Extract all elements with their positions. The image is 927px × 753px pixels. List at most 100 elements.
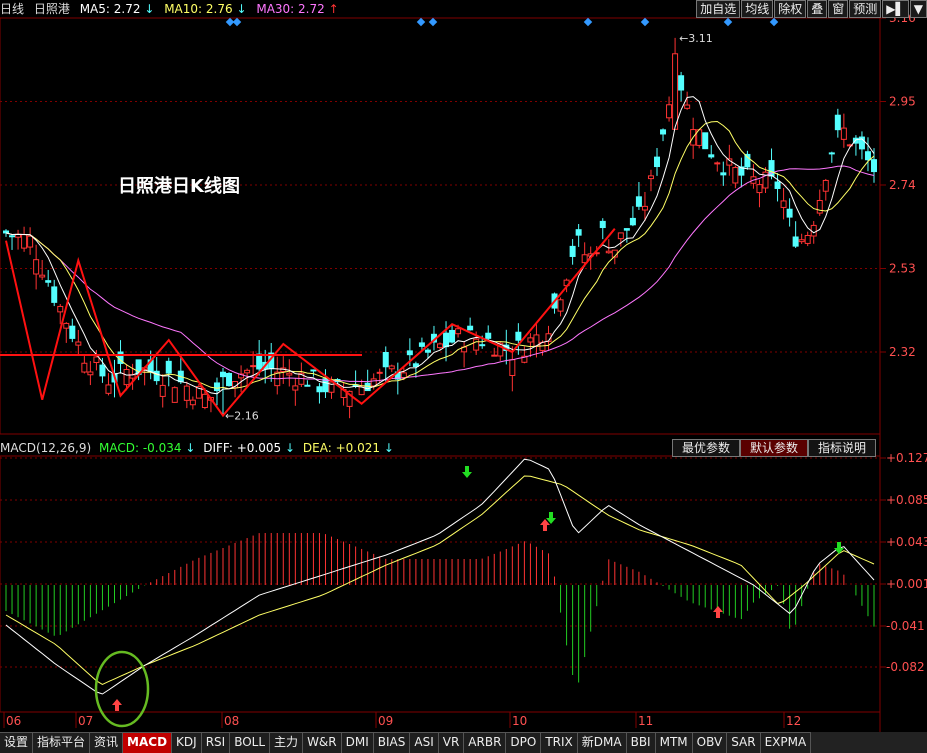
event-diamond-icon	[769, 17, 779, 27]
candle-up	[370, 378, 377, 387]
candle-down	[708, 154, 715, 158]
candle-down	[310, 369, 317, 372]
candle-down	[575, 229, 582, 236]
month-label: 06	[6, 714, 21, 728]
tab-14[interactable]: DPO	[506, 732, 542, 753]
candle-down	[792, 236, 799, 247]
candle-up	[527, 337, 534, 343]
tab-6[interactable]: BOLL	[230, 732, 271, 753]
buy-signal-arrow-icon	[713, 606, 723, 618]
candle-down	[3, 230, 9, 234]
tab-4[interactable]: KDJ	[172, 732, 202, 753]
candle-up	[388, 365, 395, 370]
diff-arrow: ↓	[285, 441, 296, 455]
buy-signal-arrow-icon	[112, 699, 122, 711]
ma30-value: 2.72	[298, 2, 325, 16]
candle-down	[629, 217, 636, 226]
candle-up	[63, 322, 70, 329]
candle-up	[816, 199, 823, 214]
candle-up	[647, 175, 654, 180]
dea-value: +0.021	[335, 441, 381, 455]
event-diamond-icon	[428, 17, 438, 27]
price-axis-label: 2.95	[889, 95, 916, 109]
tab-8[interactable]: W&R	[303, 732, 342, 753]
candle-down	[654, 156, 660, 168]
tab-21[interactable]: EXPMA	[760, 732, 812, 753]
tab-15[interactable]: TRIX	[541, 732, 578, 753]
macd-axis-label: +0.001	[886, 577, 927, 591]
ex-right-button[interactable]: 除权	[774, 0, 807, 18]
candle-up	[641, 205, 648, 211]
candle-up	[33, 259, 40, 275]
event-diamond-icon	[232, 17, 242, 27]
macd-name: MACD(12,26,9)	[0, 441, 92, 455]
tab-10[interactable]: BIAS	[373, 732, 411, 753]
menu-dropdown-icon[interactable]: ▼	[909, 0, 927, 18]
sell-signal-arrow-icon	[462, 466, 472, 478]
ma10-arrow: ↓	[236, 2, 247, 16]
candle-up	[437, 343, 443, 349]
candle-up	[93, 356, 100, 364]
ma-line-button[interactable]: 均线	[741, 0, 774, 18]
tab-12[interactable]: VR	[438, 732, 465, 753]
candle-down	[165, 360, 172, 374]
candle-down	[316, 386, 323, 393]
candle-up	[183, 385, 190, 401]
overlay-button[interactable]: 叠	[807, 0, 828, 18]
macd-label: MACD:	[98, 441, 139, 455]
tab-5[interactable]: RSI	[201, 732, 231, 753]
ma5-arrow: ↓	[144, 2, 155, 16]
candle-up	[21, 234, 28, 249]
tab-17[interactable]: BBI	[626, 732, 656, 753]
candle-down	[45, 280, 52, 283]
macd-param-buttons: 最优参数 默认参数 指标说明	[672, 439, 877, 457]
candle-up	[798, 239, 805, 243]
ma5-value: 2.72	[113, 2, 141, 16]
tab-18[interactable]: MTM	[655, 732, 693, 753]
macd-axis-label: +0.043	[886, 535, 927, 549]
optimal-params-button[interactable]: 最优参数	[672, 439, 741, 457]
candle-up	[81, 362, 88, 373]
window-button[interactable]: 窗	[828, 0, 849, 18]
candle-down	[443, 332, 450, 348]
candlestick-chart[interactable]: 3.162.952.742.532.32+0.127+0.085+0.043+0…	[0, 0, 927, 753]
more-icon[interactable]: ▶▌	[882, 0, 909, 18]
indicator-help-button[interactable]: 指标说明	[808, 439, 877, 457]
tab-19[interactable]: OBV	[692, 732, 728, 753]
event-diamond-icon	[583, 17, 593, 27]
tab-3[interactable]: MACD	[123, 732, 173, 753]
event-diamond-icon	[416, 17, 426, 27]
candle-up	[75, 341, 82, 346]
candle-up	[666, 104, 673, 119]
macd-header: MACD(12,26,9) MACD: -0.034 ↓ DIFF: +0.00…	[0, 440, 398, 456]
default-params-button[interactable]: 默认参数	[740, 439, 809, 457]
tab-9[interactable]: DMI	[341, 732, 374, 753]
candle-down	[449, 329, 456, 343]
candle-up	[455, 328, 462, 335]
candle-down	[364, 382, 371, 392]
tab-2[interactable]: 资讯	[90, 732, 124, 753]
chart-title: 日照港日K线图	[118, 176, 240, 197]
candle-up	[400, 372, 407, 379]
tab-11[interactable]: ASI	[410, 732, 439, 753]
tab-1[interactable]: 指标平台	[33, 732, 91, 753]
forecast-button[interactable]: 预测	[849, 0, 882, 18]
candle-up	[672, 53, 679, 130]
ma5-label: MA5:	[79, 2, 110, 16]
candle-up	[491, 354, 498, 357]
tab-0[interactable]: 设置	[0, 732, 34, 753]
add-watchlist-button[interactable]: 加自选	[696, 0, 741, 18]
tab-13[interactable]: ARBR	[464, 732, 507, 753]
candle-down	[515, 331, 522, 341]
tab-16[interactable]: 新DMA	[577, 732, 627, 753]
candle-down	[382, 352, 389, 368]
macd-value: -0.034	[142, 441, 182, 455]
tab-7[interactable]: 主力	[270, 732, 304, 753]
month-label: 07	[78, 714, 93, 728]
candle-up	[840, 127, 847, 140]
candle-down	[220, 371, 226, 378]
candle-down	[99, 364, 106, 377]
tab-20[interactable]: SAR	[727, 732, 761, 753]
stock-name: 日照港	[33, 2, 70, 16]
macd-axis-label: -0.082	[886, 660, 925, 674]
